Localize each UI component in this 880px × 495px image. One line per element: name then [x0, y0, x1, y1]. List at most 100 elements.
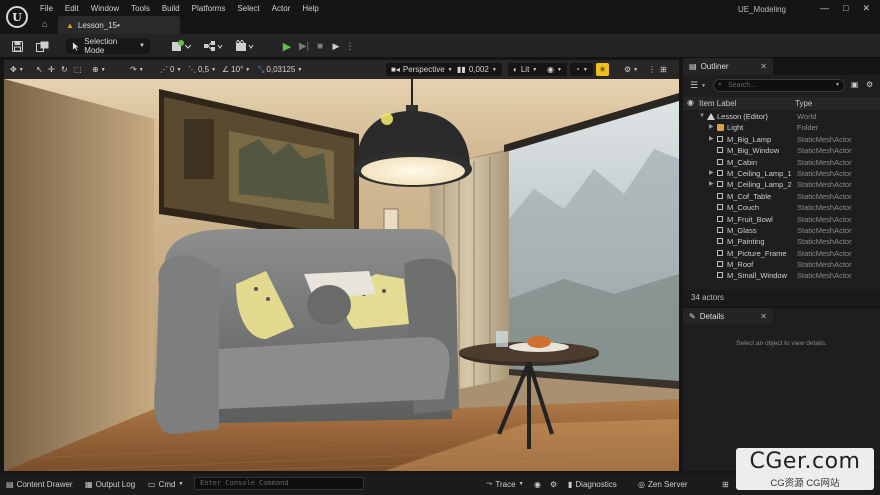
zen-server-button[interactable]: ◎ Zen Server — [638, 478, 688, 490]
outliner-row[interactable]: M_Cabin StaticMeshActor — [683, 157, 880, 168]
menu-actor[interactable]: Actor — [266, 3, 297, 15]
scale-snap[interactable]: ⤡ 0,03125 ▼ — [258, 63, 302, 76]
blueprint-icon[interactable] — [202, 39, 224, 53]
cinematics-icon[interactable] — [234, 39, 256, 53]
show-flags-dropdown[interactable]: ◉ ▼ — [542, 63, 567, 76]
menu-select[interactable]: Select — [231, 3, 265, 15]
outliner-search-input[interactable]: Search... — [713, 79, 845, 92]
perspective-dropdown[interactable]: ■◂ Perspective ▼ — [386, 63, 458, 76]
close-icon[interactable]: ✕ — [760, 62, 767, 71]
viewport-settings-icon[interactable]: ⚙ ▼ — [624, 63, 638, 76]
outliner-row[interactable]: ▼ Lesson (Editor) World — [683, 111, 880, 122]
console-placeholder: Enter Console Command — [200, 479, 289, 487]
selection-mode-dropdown[interactable]: Selection Mode ▼ — [66, 37, 150, 55]
expand-arrow-icon[interactable]: ▶ — [709, 134, 714, 145]
step-button[interactable]: ▶| — [298, 39, 310, 53]
add-actor-icon[interactable] — [170, 39, 192, 53]
minimize-button[interactable]: — — [820, 3, 829, 14]
trace-dropdown[interactable]: ⤳ Trace ▼ — [486, 478, 524, 490]
source-control-status-icon[interactable]: ⊞ — [722, 478, 729, 490]
maximize-button[interactable]: □ — [843, 3, 848, 14]
visibility-icon[interactable]: ◉ — [687, 98, 694, 107]
outliner-row[interactable]: ▶ M_Ceiling_Lamp_1 StaticMeshActor — [683, 168, 880, 179]
play-options-icon[interactable]: ⋮ — [346, 39, 355, 53]
location-snap-icon: ⋱ — [188, 65, 196, 74]
camera-speed-dropdown[interactable]: ▮▮ 0,002 ▼ — [452, 63, 502, 76]
outliner-item-label: Light — [727, 123, 744, 133]
unreal-logo-icon[interactable]: U — [6, 6, 28, 28]
outliner-row[interactable]: M_Glass StaticMeshActor — [683, 225, 880, 236]
move-tool-icon[interactable]: ✛ — [48, 63, 55, 76]
filter-icon[interactable]: ☰ — [690, 80, 698, 91]
record-icon[interactable]: ◉ — [534, 478, 541, 490]
viewport-options-icon[interactable]: ⋮ — [648, 63, 656, 76]
menu-help[interactable]: Help — [296, 3, 324, 15]
outliner-row[interactable]: M_Picture_Frame StaticMeshActor — [683, 248, 880, 259]
menu-tools[interactable]: Tools — [125, 3, 156, 15]
rotation-snap[interactable]: ∠ 10° ▼ — [222, 63, 250, 76]
surface-snap-icon[interactable]: ↷ ▼ — [130, 63, 144, 76]
menu-build[interactable]: Build — [156, 3, 186, 15]
outliner-item-type: StaticMeshActor — [797, 225, 852, 235]
rotate-tool-icon[interactable]: ↻ — [61, 63, 68, 76]
close-button[interactable]: ✕ — [862, 3, 870, 14]
settings-icon[interactable]: ⚙ — [866, 80, 873, 89]
expand-arrow-icon[interactable]: ▶ — [709, 122, 714, 133]
eject-button[interactable]: ▶ — [330, 39, 342, 53]
menu-platforms[interactable]: Platforms — [186, 3, 232, 15]
grid-snap-icon[interactable]: ⋰ 0 ▼ — [160, 63, 181, 76]
menu-file[interactable]: File — [34, 3, 59, 15]
speed-icon: ▮▮ — [457, 65, 466, 74]
realtime-toggle-icon[interactable]: ✳ — [596, 63, 609, 76]
outliner-item-label: M_Small_Window — [727, 271, 788, 281]
derived-data-icon[interactable]: ⚙ — [550, 478, 557, 490]
outliner-row[interactable]: ▶ M_Big_Lamp StaticMeshActor — [683, 134, 880, 145]
outliner-row[interactable]: M_Small_Window StaticMeshActor — [683, 270, 880, 281]
add-folder-icon[interactable]: ▣ — [851, 80, 859, 89]
static-mesh-icon — [717, 147, 723, 154]
outliner-row[interactable]: ▶ Light Folder — [683, 122, 880, 133]
content-drawer-button[interactable]: ▤ Content Drawer — [6, 478, 73, 490]
lit-dropdown[interactable]: ◐ Lit ▼ — [508, 63, 543, 76]
diagnostics-button[interactable]: ▮ Diagnostics — [568, 478, 617, 490]
outliner-row[interactable]: M_Fruit_Bowl StaticMeshActor — [683, 214, 880, 225]
outliner-row[interactable]: M_Couch StaticMeshActor — [683, 202, 880, 213]
search-dropdown-icon[interactable]: ▼ — [835, 82, 840, 88]
home-icon[interactable]: ⌂ — [42, 19, 52, 29]
level-icon — [707, 113, 715, 120]
level-viewport[interactable]: ✥ ▼ ↖ ✛ ↻ ⬚ ⊕ ▼ ↷ ▼ ⋰ 0 ▼ ⋱ 0,5 ▼ ∠ 10° ▼ ⤡ 0,… — [4, 60, 679, 471]
menu-window[interactable]: Window — [85, 3, 125, 15]
menu-edit[interactable]: Edit — [59, 3, 85, 15]
cmd-dropdown[interactable]: ▭ Cmd ▼ — [148, 478, 183, 490]
outliner-row[interactable]: M_Roof StaticMeshActor — [683, 259, 880, 270]
folder-icon — [717, 124, 724, 132]
tab-details[interactable]: ✎ Details ✕ — [683, 308, 773, 324]
zen-server-icon: ◎ — [638, 479, 645, 489]
column-item-label[interactable]: Item Label — [699, 99, 736, 108]
console-command-input[interactable]: Enter Console Command — [194, 477, 364, 490]
source-control-icon[interactable] — [34, 39, 50, 53]
expand-arrow-icon[interactable]: ▼ — [699, 111, 705, 122]
performance-dropdown[interactable]: ◔ ▼ — [570, 63, 593, 76]
viewport-layout-icon[interactable]: ⊞ — [660, 63, 667, 76]
outliner-row[interactable]: M_Big_Window StaticMeshActor — [683, 145, 880, 156]
close-icon[interactable]: ✕ — [760, 312, 767, 321]
tab-lesson-15[interactable]: ▲ Lesson_15• — [58, 16, 180, 34]
expand-arrow-icon[interactable]: ▶ — [709, 168, 714, 179]
outliner-row[interactable]: ▶ M_Ceiling_Lamp_2 StaticMeshActor — [683, 179, 880, 190]
location-snap[interactable]: ⋱ 0,5 ▼ — [188, 63, 216, 76]
tab-outliner[interactable]: ▤ Outliner ✕ — [683, 58, 773, 75]
play-button[interactable]: ▶ — [281, 39, 293, 53]
save-icon[interactable] — [10, 39, 24, 53]
outliner-row[interactable]: M_Painting StaticMeshActor — [683, 236, 880, 247]
output-log-button[interactable]: ▦ Output Log — [85, 478, 135, 490]
transform-tools-icon[interactable]: ✥ ▼ — [10, 63, 24, 76]
select-tool-icon[interactable]: ↖ — [36, 63, 43, 76]
expand-arrow-icon[interactable]: ▶ — [709, 179, 714, 190]
scale-tool-icon[interactable]: ⬚ — [74, 63, 82, 76]
world-space-icon[interactable]: ⊕ ▼ — [92, 63, 106, 76]
chevron-down-icon[interactable]: ▼ — [701, 83, 706, 89]
stop-button[interactable]: ■ — [314, 39, 326, 53]
column-type[interactable]: Type — [795, 99, 812, 108]
outliner-row[interactable]: M_Cof_Table StaticMeshActor — [683, 191, 880, 202]
